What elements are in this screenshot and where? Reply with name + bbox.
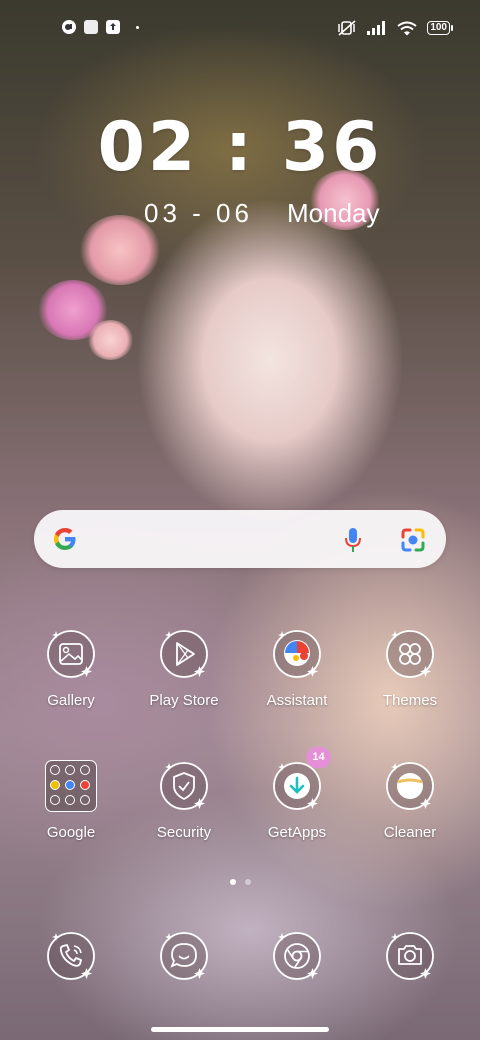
page-dot [244, 879, 251, 885]
wallpaper-flower [88, 320, 133, 360]
app-notification-icon [62, 20, 76, 34]
signal-icon [367, 21, 386, 35]
notification-badge: 14 [306, 747, 331, 768]
app-label: Themes [382, 692, 438, 709]
app-label: GetApps [267, 824, 327, 841]
status-bar: 100 [0, 0, 480, 56]
page-dot-active [229, 879, 236, 885]
camera-icon [386, 932, 434, 980]
gesture-home-bar[interactable] [151, 1027, 329, 1032]
app-label: Cleaner [383, 824, 437, 841]
google-search-bar[interactable] [34, 510, 446, 568]
gallery-icon [47, 630, 95, 678]
dock-camera[interactable] [360, 930, 460, 982]
app-cleaner[interactable]: Cleaner [360, 760, 460, 841]
app-label: Play Store [149, 692, 219, 709]
app-gallery[interactable]: Gallery [21, 628, 121, 709]
google-lens-icon[interactable] [400, 527, 426, 553]
notification-dot [136, 25, 139, 29]
app-label: Security [156, 824, 212, 841]
app-label: Google [46, 824, 96, 841]
page-indicator [0, 879, 480, 885]
app-label: Gallery [47, 692, 95, 709]
google-folder-icon [45, 760, 97, 812]
app-themes[interactable]: Themes [360, 628, 460, 709]
phone-icon [47, 932, 95, 980]
chrome-browser-icon [273, 932, 321, 980]
dock-browser[interactable] [247, 930, 347, 982]
app-folder-google[interactable]: Google [21, 760, 121, 841]
dock-phone[interactable] [21, 930, 121, 982]
google-logo-icon [54, 528, 76, 550]
clock-date: 03 - 06 [144, 198, 253, 228]
dock-messages[interactable] [134, 930, 234, 982]
app-play-store[interactable]: Play Store [134, 628, 234, 709]
app-label: Assistant [266, 692, 328, 709]
themes-icon [386, 630, 434, 678]
wifi-icon [397, 21, 417, 35]
cleaner-icon [386, 762, 434, 810]
security-shield-icon [160, 762, 208, 810]
clock-weekday: Monday [287, 198, 380, 228]
app-getapps[interactable]: 14 GetApps [247, 747, 347, 841]
square-notification-icon [84, 20, 98, 34]
clock-time[interactable]: 02 : 36 [0, 108, 480, 187]
battery-icon: 100 [427, 21, 453, 35]
upload-icon [106, 20, 120, 34]
play-store-icon [160, 630, 208, 678]
mute-vibrate-icon [338, 20, 356, 36]
microphone-icon[interactable] [344, 527, 362, 553]
assistant-icon [273, 630, 321, 678]
messages-icon [160, 932, 208, 980]
app-security[interactable]: Security [134, 760, 234, 841]
app-assistant[interactable]: Assistant [247, 628, 347, 709]
